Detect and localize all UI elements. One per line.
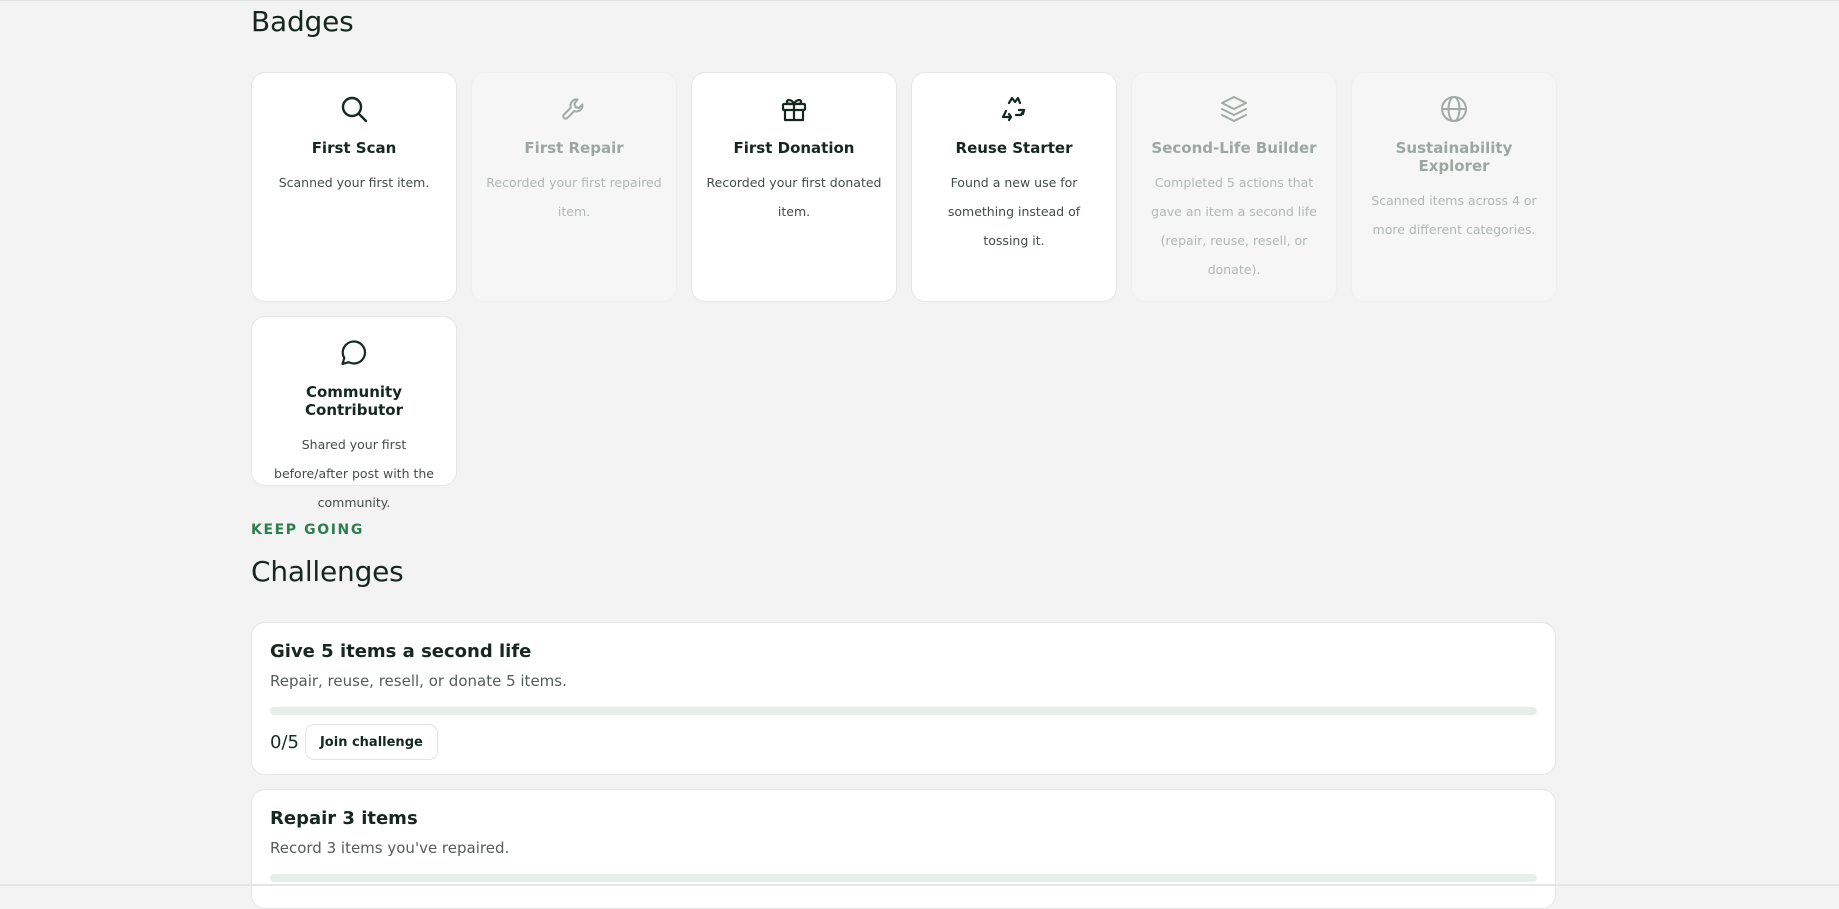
- badge-name: Community Contributor: [305, 383, 403, 419]
- challenge-description: Repair, reuse, resell, or donate 5 items…: [270, 672, 567, 690]
- badge-first-donation: First Donation Recorded your first donat…: [691, 72, 897, 302]
- challenge-description: Record 3 items you've repaired.: [270, 839, 510, 857]
- badge-description: Found a new use for something instead of…: [947, 175, 1081, 248]
- chat-bubble-icon: [338, 337, 370, 369]
- challenge-title: Give 5 items a second life: [270, 641, 532, 662]
- challenges-heading: Challenges: [251, 555, 404, 588]
- badge-name: Reuse Starter: [955, 139, 1073, 157]
- gift-icon: [778, 93, 810, 125]
- layers-icon: [1218, 93, 1250, 125]
- badge-description: Scanned your first item.: [278, 175, 430, 190]
- badges-heading: Badges: [251, 5, 354, 38]
- badge-description: Recorded your first donated item.: [706, 175, 882, 219]
- search-icon: [338, 93, 370, 125]
- badge-first-repair: First Repair Recorded your first repaire…: [471, 72, 677, 302]
- reuse-icon: [998, 93, 1030, 125]
- challenge-card: Give 5 items a second life Repair, reuse…: [251, 622, 1556, 775]
- challenge-progress-bar: [270, 707, 1537, 715]
- challenge-card: Repair 3 items Record 3 items you've rep…: [251, 789, 1556, 909]
- badge-description: Completed 5 actions that gave an item a …: [1151, 175, 1317, 277]
- badge-sustainability-explorer: Sustainability Explorer Scanned items ac…: [1351, 72, 1557, 302]
- join-challenge-button[interactable]: Join challenge: [304, 724, 438, 760]
- challenge-progress-bar: [270, 874, 1537, 882]
- badge-community-contributor: Community Contributor Shared your first …: [251, 316, 457, 510]
- badge-grid: First Scan Scanned your first item. Firs…: [251, 72, 1557, 510]
- challenges-eyebrow: KEEP GOING: [251, 522, 364, 538]
- top-divider: [0, 0, 1839, 1]
- badge-description: Scanned items across 4 or more different…: [1371, 193, 1537, 237]
- challenge-footer: 0/5 Join challenge: [270, 724, 1537, 760]
- challenge-title: Repair 3 items: [270, 808, 418, 829]
- badge-name: First Scan: [311, 139, 397, 157]
- badge-second-life-builder: Second-Life Builder Completed 5 actions …: [1131, 72, 1337, 302]
- challenge-progress-count: 0/5: [270, 731, 299, 753]
- badge-first-scan: First Scan Scanned your first item.: [251, 72, 457, 302]
- badge-reuse-starter: Reuse Starter Found a new use for someth…: [911, 72, 1117, 302]
- badge-name: Sustainability Explorer: [1395, 139, 1513, 175]
- globe-icon: [1438, 93, 1470, 125]
- badge-name: First Repair: [524, 139, 624, 157]
- badge-description: Recorded your first repaired item.: [486, 175, 662, 219]
- wrench-icon: [558, 93, 590, 125]
- badge-name: Second-Life Builder: [1151, 139, 1317, 157]
- badge-description: Shared your first before/after post with…: [274, 437, 434, 510]
- badge-name: First Donation: [733, 139, 855, 157]
